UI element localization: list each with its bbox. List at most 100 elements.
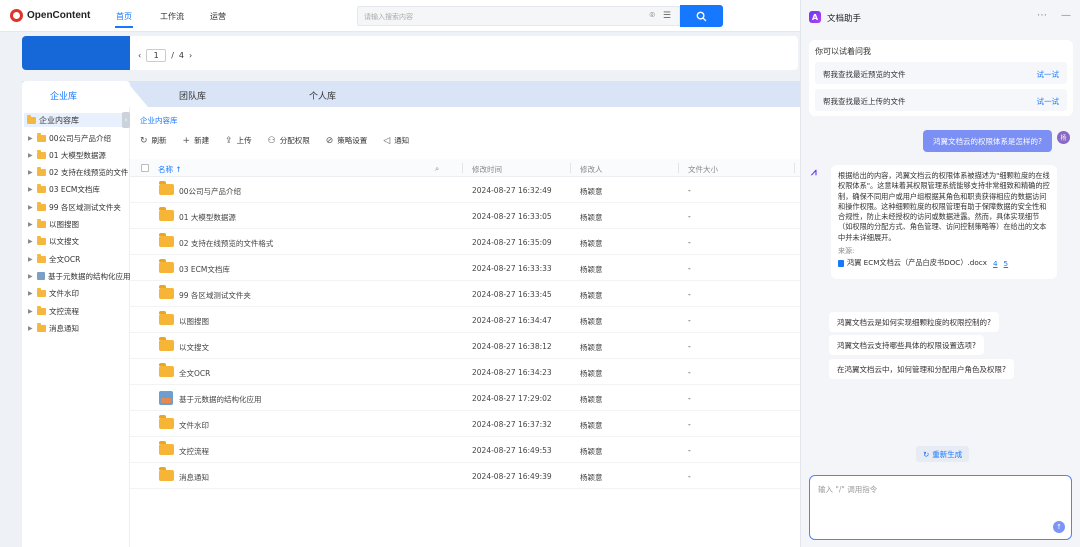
minimize-icon[interactable]: — (1061, 10, 1071, 21)
table-row[interactable]: 消息通知 2024-08-27 16:49:39 杨颖意 - (130, 463, 800, 489)
page-input[interactable]: 1 (146, 49, 167, 62)
name-cell[interactable]: 消息通知 (179, 472, 209, 483)
table-row[interactable]: 03 ECM文档库 2024-08-27 16:33:33 杨颖意 - (130, 255, 800, 281)
tab-team-library[interactable]: 团队库 (179, 89, 206, 102)
search-button[interactable] (680, 5, 723, 27)
table-row[interactable]: 文件水印 2024-08-27 16:37:32 杨颖意 - (130, 411, 800, 437)
source-ref[interactable]: 5 (1004, 259, 1009, 268)
regenerate-button[interactable]: ↻ 重新生成 (916, 446, 970, 462)
nav-tab-workflow[interactable]: 工作流 (160, 11, 184, 22)
tree-item[interactable]: ▶ 基于元数据的结构化应用 (28, 269, 131, 283)
assign-permission-button[interactable]: ⚇ 分配权限 (268, 135, 310, 146)
name-cell[interactable]: 03 ECM文档库 (179, 264, 230, 275)
table-row[interactable]: 99 各区域测试文件夹 2024-08-27 16:33:45 杨颖意 - (130, 281, 800, 307)
suggested-question[interactable]: 鸿翼文档云是如何实现细颗粒度的权限控制的? (829, 312, 999, 332)
name-cell[interactable]: 以图搜图 (179, 316, 209, 327)
source-ref[interactable]: 4 (993, 259, 998, 268)
expand-caret-icon[interactable]: ▶ (28, 152, 34, 159)
name-cell[interactable]: 文控流程 (179, 446, 209, 457)
tree-item-label: 02 支持在线预览的文件 (49, 168, 129, 178)
expand-caret-icon[interactable]: ▶ (28, 273, 34, 280)
table-row[interactable]: 以图搜图 2024-08-27 16:34:47 杨颖意 - (130, 307, 800, 333)
nav-tab-operations[interactable]: 运营 (210, 11, 226, 22)
tab-personal-library[interactable]: 个人库 (309, 89, 336, 102)
tab-enterprise-library[interactable]: 企业库 (50, 89, 77, 102)
app-logo[interactable]: OpenContent (10, 9, 90, 22)
prev-page-icon[interactable]: ‹ (138, 51, 141, 60)
name-cell[interactable]: 00公司与产品介绍 (179, 186, 241, 197)
tree-item[interactable]: ▶ 全文OCR (28, 252, 80, 266)
expand-caret-icon[interactable]: ▶ (28, 325, 34, 332)
table-row[interactable]: 基于元数据的结构化应用 2024-08-27 17:29:02 杨颖意 - (130, 385, 800, 411)
expand-caret-icon[interactable]: ▶ (28, 204, 34, 211)
prompt-input[interactable]: 输入 "/" 调用指令 ↑ (809, 475, 1072, 540)
table-row[interactable]: 以文搜文 2024-08-27 16:38:12 杨颖意 - (130, 333, 800, 359)
tree-item[interactable]: ▶ 消息通知 (28, 321, 79, 335)
name-cell[interactable]: 基于元数据的结构化应用 (179, 394, 262, 405)
nav-tab-home[interactable]: 首页 (116, 11, 132, 22)
suggested-question[interactable]: 在鸿翼文档云中，如何管理和分配用户角色及权限? (829, 359, 1014, 379)
col-modifier[interactable]: 修改人 (580, 164, 603, 175)
upload-button[interactable]: ⇪ 上传 (225, 135, 252, 146)
try-item[interactable]: 帮我查找最近上传的文件 试一试 (815, 89, 1067, 111)
col-size[interactable]: 文件大小 (688, 164, 718, 175)
tree-item[interactable]: ▶ 01 大模型数据源 (28, 148, 106, 162)
expand-caret-icon[interactable]: ▶ (28, 290, 34, 297)
breadcrumb[interactable]: 企业内容库 (140, 115, 178, 126)
name-cell[interactable]: 99 各区域测试文件夹 (179, 290, 251, 301)
expand-caret-icon[interactable]: ▶ (28, 221, 34, 228)
folder-icon (159, 337, 174, 351)
name-cell[interactable]: 全文OCR (179, 368, 210, 379)
table-row[interactable]: 02 支持在线预览的文件格式 2024-08-27 16:35:09 杨颖意 - (130, 229, 800, 255)
name-cell[interactable]: 以文搜文 (179, 342, 209, 353)
try-button[interactable]: 试一试 (1037, 96, 1060, 107)
tree-item[interactable]: ▶ 03 ECM文档库 (28, 183, 100, 197)
expand-caret-icon[interactable]: ▶ (28, 186, 34, 193)
refresh-button[interactable]: ↻ 刷新 (140, 135, 167, 146)
name-cell[interactable]: 02 支持在线预览的文件格式 (179, 238, 273, 249)
col-name[interactable]: 名称 ↑ (158, 164, 182, 175)
filter-icon[interactable]: ☰ (663, 11, 671, 21)
name-cell[interactable]: 文件水印 (179, 420, 209, 431)
select-all-checkbox[interactable] (141, 164, 149, 172)
camera-icon[interactable]: ⌾ (650, 11, 655, 21)
tree-item[interactable]: ▶ 以图搜图 (28, 218, 79, 232)
col-modified[interactable]: 修改时间 (472, 164, 502, 175)
size-cell: - (688, 264, 691, 273)
tree-item[interactable]: ▶ 文控流程 (28, 304, 79, 318)
assistant-panel: A 文档助手 ⋯ — 你可以试着问我 帮我查找最近预览的文件 试一试 帮我查找最… (800, 0, 1080, 547)
more-icon[interactable]: ⋯ (1037, 10, 1047, 21)
assign-permission-label: 分配权限 (279, 136, 310, 145)
expand-caret-icon[interactable]: ▶ (28, 256, 34, 263)
table-row[interactable]: 01 大模型数据源 2024-08-27 16:33:05 杨颖意 - (130, 203, 800, 229)
tree-item[interactable]: ▶ 02 支持在线预览的文件 (28, 166, 128, 180)
collapse-tree-button[interactable]: ‹ (122, 112, 130, 128)
send-button[interactable]: ↑ (1053, 521, 1065, 533)
assistant-avatar-icon: ⩘ (811, 167, 817, 178)
folder-icon (37, 149, 46, 159)
try-item[interactable]: 帮我查找最近预览的文件 试一试 (815, 62, 1067, 84)
search-column-icon[interactable]: ⌕ (435, 164, 439, 174)
next-page-icon[interactable]: › (189, 51, 192, 60)
new-button[interactable]: + 新建 (183, 135, 210, 146)
search-input[interactable]: 请输入搜索内容 ⌾ ☰ (357, 6, 680, 26)
tree-item[interactable]: ▶ 00公司与产品介绍 (28, 131, 111, 145)
tree-item[interactable]: ▶ 以文搜文 (28, 235, 79, 249)
name-cell[interactable]: 01 大模型数据源 (179, 212, 236, 223)
tree-item[interactable]: ▶ 文件水印 (28, 287, 79, 301)
modifier-cell: 杨颖意 (580, 213, 603, 222)
expand-caret-icon[interactable]: ▶ (28, 169, 34, 176)
expand-caret-icon[interactable]: ▶ (28, 135, 34, 142)
table-row[interactable]: 全文OCR 2024-08-27 16:34:23 杨颖意 - (130, 359, 800, 385)
tree-root[interactable]: 企业内容库 (24, 113, 128, 127)
table-row[interactable]: 文控流程 2024-08-27 16:49:53 杨颖意 - (130, 437, 800, 463)
table-row[interactable]: 00公司与产品介绍 2024-08-27 16:32:49 杨颖意 - (130, 177, 800, 203)
suggested-question[interactable]: 鸿翼文档云支持哪些具体的权限设置选项? (829, 335, 984, 355)
notify-button[interactable]: ◁ 通知 (383, 135, 409, 146)
expand-caret-icon[interactable]: ▶ (28, 308, 34, 315)
source-document[interactable]: 鸿翼 ECM文档云（产品白皮书DOC）.docx (847, 258, 987, 268)
expand-caret-icon[interactable]: ▶ (28, 238, 34, 245)
tree-item[interactable]: ▶ 99 各区域测试文件夹 (28, 200, 121, 214)
try-button[interactable]: 试一试 (1037, 69, 1060, 80)
policy-settings-button[interactable]: ⊘ 策略设置 (326, 135, 368, 146)
